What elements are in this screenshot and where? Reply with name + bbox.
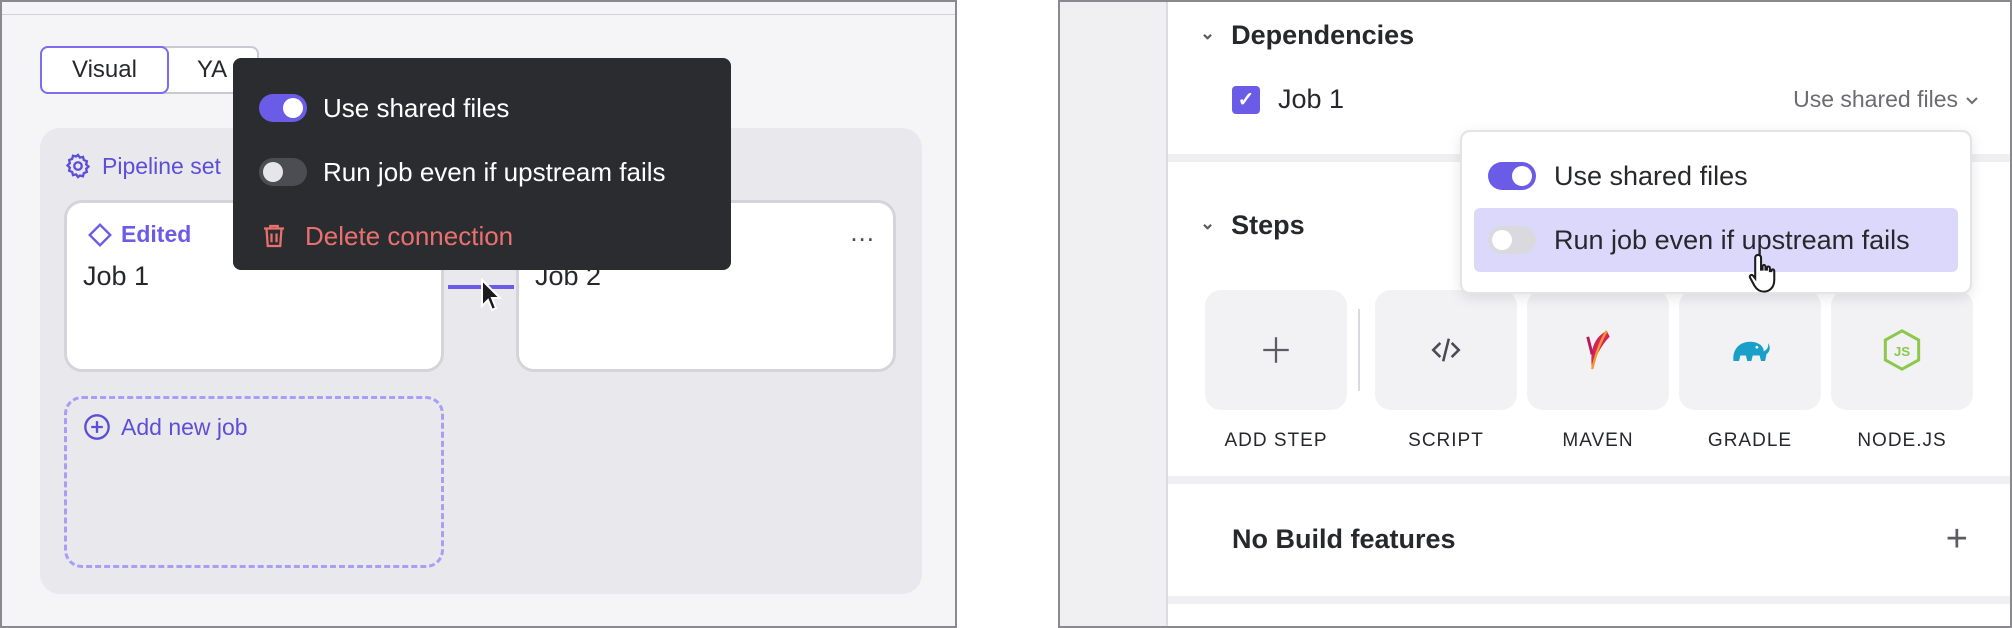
edited-label: Edited: [121, 221, 192, 247]
steps-title: Steps: [1231, 210, 1305, 240]
dependency-row: ✓ Job 1: [1232, 84, 1344, 115]
menu-item-delete-connection[interactable]: Delete connection: [233, 204, 731, 268]
run-even-if-fails-label: Run job even if upstream fails: [1554, 224, 1910, 255]
gradle-elephant-icon: [1733, 341, 1770, 361]
add-build-feature-icon[interactable]: +: [1946, 518, 1968, 561]
tile-label: SCRIPT: [1408, 430, 1484, 451]
mouse-pointer-icon: [481, 278, 503, 312]
more-options-icon[interactable]: ...: [850, 217, 875, 248]
code-icon: [1431, 338, 1461, 362]
section-divider: [1168, 476, 2010, 484]
dependency-select-value: Use shared files: [1793, 86, 1958, 112]
nodejs-button[interactable]: JS: [1831, 290, 1973, 410]
menu-item-use-shared-files[interactable]: Use shared files: [1474, 144, 1958, 208]
tile-label: GRADLE: [1707, 430, 1793, 451]
step-tile-add-step[interactable]: ADD STEP: [1200, 290, 1352, 452]
hand-pointer-icon: [1748, 253, 1776, 293]
maven-button[interactable]: [1527, 290, 1669, 410]
top-divider: [2, 14, 955, 15]
nodejs-hexagon-icon: JS: [1883, 329, 1921, 371]
menu-item-use-shared-files[interactable]: Use shared files: [233, 76, 731, 140]
left-sidebar: [1060, 2, 1168, 626]
dependency-options-menu: Use shared files Run job even if upstrea…: [1460, 130, 1972, 294]
step-templates: ADD STEP SCRIPT MAVEN GRADLE JS NODE.JS: [1200, 290, 1978, 452]
add-step-button[interactable]: [1205, 290, 1347, 410]
svg-text:JS: JS: [1894, 344, 1910, 359]
run-even-if-fails-label: Run job even if upstream fails: [323, 156, 666, 187]
add-new-job-label: Add new job: [121, 413, 248, 440]
use-shared-files-label: Use shared files: [323, 92, 510, 123]
edited-badge: Edited: [87, 221, 191, 248]
add-new-job-button[interactable]: Add new job: [83, 413, 248, 441]
trash-icon: [264, 224, 284, 248]
connection-menu: Use shared files Run job even if upstrea…: [233, 58, 731, 270]
job-name: Job 1: [83, 261, 150, 291]
chevron-down-icon: ⌄: [1200, 23, 1216, 43]
dependencies-section-header[interactable]: ⌄ Dependencies: [1200, 20, 1414, 51]
dependency-job-name: Job 1: [1278, 84, 1345, 114]
gear-icon: [65, 153, 91, 179]
dependency-options-select[interactable]: Use shared files: [1793, 86, 1980, 113]
step-tile-nodejs[interactable]: JS NODE.JS: [1826, 290, 1978, 452]
build-features-title: No Build features: [1232, 524, 1456, 554]
chevron-down-icon: [1966, 96, 1978, 104]
job-settings-panel: ⌄ Dependencies ✓ Job 1 Use shared files …: [1058, 0, 2012, 628]
step-tile-gradle[interactable]: GRADLE: [1674, 290, 1826, 452]
use-shared-files-label: Use shared files: [1554, 160, 1748, 191]
run-even-if-fails-toggle[interactable]: [1488, 226, 1536, 254]
steps-section-header[interactable]: ⌄ Steps: [1200, 210, 1305, 241]
add-new-job-dropzone[interactable]: Add new job: [64, 396, 444, 568]
script-button[interactable]: [1375, 290, 1517, 410]
dependencies-title: Dependencies: [1231, 20, 1415, 50]
pipeline-settings-label: Pipeline set: [102, 152, 221, 179]
tile-label: NODE.JS: [1857, 430, 1947, 451]
chevron-down-icon: ⌄: [1200, 213, 1216, 233]
tile-label: ADD STEP: [1224, 430, 1328, 451]
plus-icon: [1263, 337, 1289, 363]
section-divider: [1168, 596, 2010, 604]
use-shared-files-toggle[interactable]: [259, 94, 307, 122]
tile-label: MAVEN: [1562, 430, 1634, 451]
job-1-checkbox[interactable]: ✓: [1232, 85, 1260, 114]
step-tile-maven[interactable]: MAVEN: [1522, 290, 1674, 452]
pipeline-editor-panel: Visual YA Pipeline set Edited Job 1 Job …: [0, 0, 957, 628]
menu-item-run-even-if-fails[interactable]: Run job even if upstream fails: [1474, 208, 1958, 272]
pipeline-settings-link[interactable]: Pipeline set: [64, 152, 221, 180]
run-even-if-fails-toggle[interactable]: [259, 158, 307, 186]
gradle-button[interactable]: [1679, 290, 1821, 410]
diamond-icon: [88, 222, 112, 247]
tab-visual[interactable]: Visual: [40, 46, 169, 94]
step-tile-script[interactable]: SCRIPT: [1370, 290, 1522, 452]
plus-circle-icon: [84, 414, 110, 440]
use-shared-files-toggle[interactable]: [1488, 162, 1536, 190]
maven-feather-icon: [1586, 330, 1610, 370]
delete-connection-label: Delete connection: [305, 220, 514, 251]
menu-item-run-even-if-fails[interactable]: Run job even if upstream fails: [233, 140, 731, 204]
view-mode-switch: Visual YA: [40, 46, 260, 94]
tile-separator: [1358, 309, 1360, 391]
